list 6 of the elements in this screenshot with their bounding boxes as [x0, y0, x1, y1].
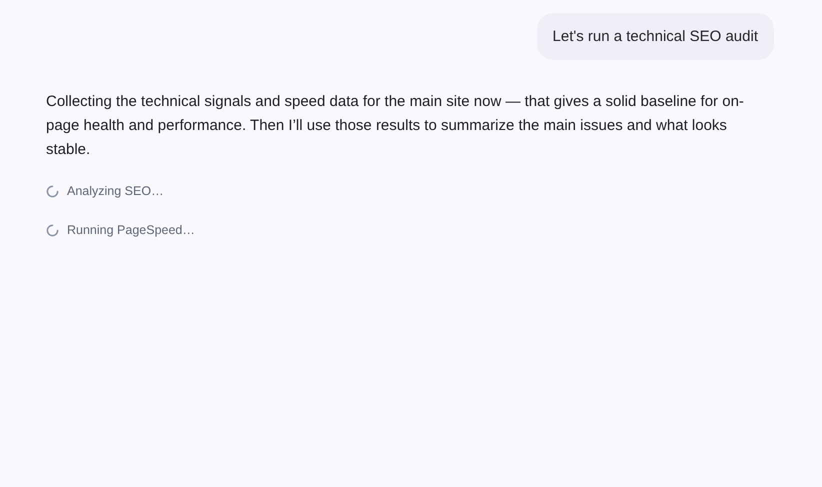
- spinner-icon: [46, 224, 59, 236]
- assistant-message: Collecting the technical signals and speed data for the main site now — that gives a solid baseline for on-page health and performance. Then I’ll use those results to summarize the main issues and what looks stable.: [46, 92, 745, 160]
- status-text: Running PageSpeed…: [67, 222, 195, 239]
- status-text: Analyzing SEO…: [67, 183, 164, 200]
- spinner-icon: [46, 184, 59, 198]
- user-message: Let's run a technical SEO audit: [536, 13, 774, 60]
